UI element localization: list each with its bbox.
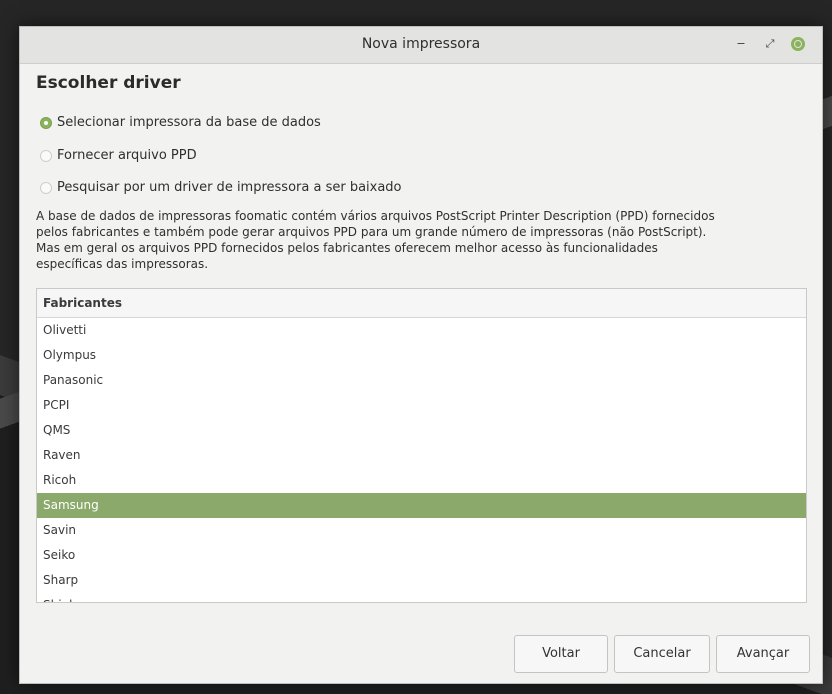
list-item[interactable]: Olympus	[37, 343, 806, 368]
cancel-button[interactable]: Cancelar	[614, 635, 710, 673]
radio-unselected-icon[interactable]	[40, 149, 52, 162]
list-item[interactable]: Sharp	[37, 568, 806, 593]
radio-selected-icon[interactable]	[40, 116, 52, 129]
maximize-button[interactable]: ⤢	[761, 35, 779, 53]
new-printer-dialog: Nova impressora ‒ ⤢ Escolher driver Sele…	[19, 26, 823, 684]
list-item[interactable]: Savin	[37, 518, 806, 543]
list-item[interactable]: Raven	[37, 443, 806, 468]
list-item[interactable]: Panasonic	[37, 368, 806, 393]
list-item-selected[interactable]: Samsung	[37, 493, 806, 518]
close-button[interactable]	[789, 35, 807, 53]
close-icon	[791, 37, 805, 51]
minimize-button[interactable]: ‒	[732, 35, 750, 53]
page-title: Escolher driver	[36, 73, 181, 93]
back-button[interactable]: Voltar	[514, 635, 608, 673]
list-item[interactable]: PCPI	[37, 393, 806, 418]
title-bar[interactable]: Nova impressora ‒ ⤢	[20, 27, 822, 64]
description-line: Mas em geral os arquivos PPD fornecidos …	[36, 241, 658, 255]
option-label: Selecionar impressora da base de dados	[57, 115, 321, 130]
manufacturers-list[interactable]: Fabricantes Olivetti Olympus Panasonic P…	[36, 288, 807, 603]
description-line: pelos fabricantes e também pode gerar ar…	[36, 225, 707, 239]
list-item[interactable]: QMS	[37, 418, 806, 443]
list-item[interactable]: Shinko	[37, 593, 806, 602]
option-provide-ppd-file[interactable]: Fornecer arquivo PPD	[40, 148, 197, 163]
description-line: específicas das impressoras.	[36, 257, 209, 271]
radio-unselected-icon[interactable]	[40, 181, 52, 194]
option-search-driver-download[interactable]: Pesquisar por um driver de impressora a …	[40, 180, 402, 195]
list-item[interactable]: Olivetti	[37, 318, 806, 343]
list-item[interactable]: Ricoh	[37, 468, 806, 493]
description-text: A base de dados de impressoras foomatic …	[36, 208, 808, 272]
list-item[interactable]: Seiko	[37, 543, 806, 568]
window-title: Nova impressora	[361, 36, 481, 52]
option-label: Pesquisar por um driver de impressora a …	[57, 180, 402, 195]
next-button[interactable]: Avançar	[716, 635, 810, 673]
option-select-from-database[interactable]: Selecionar impressora da base de dados	[40, 115, 321, 130]
column-header-manufacturers[interactable]: Fabricantes	[37, 289, 806, 318]
option-label: Fornecer arquivo PPD	[57, 148, 197, 163]
description-line: A base de dados de impressoras foomatic …	[36, 209, 715, 223]
